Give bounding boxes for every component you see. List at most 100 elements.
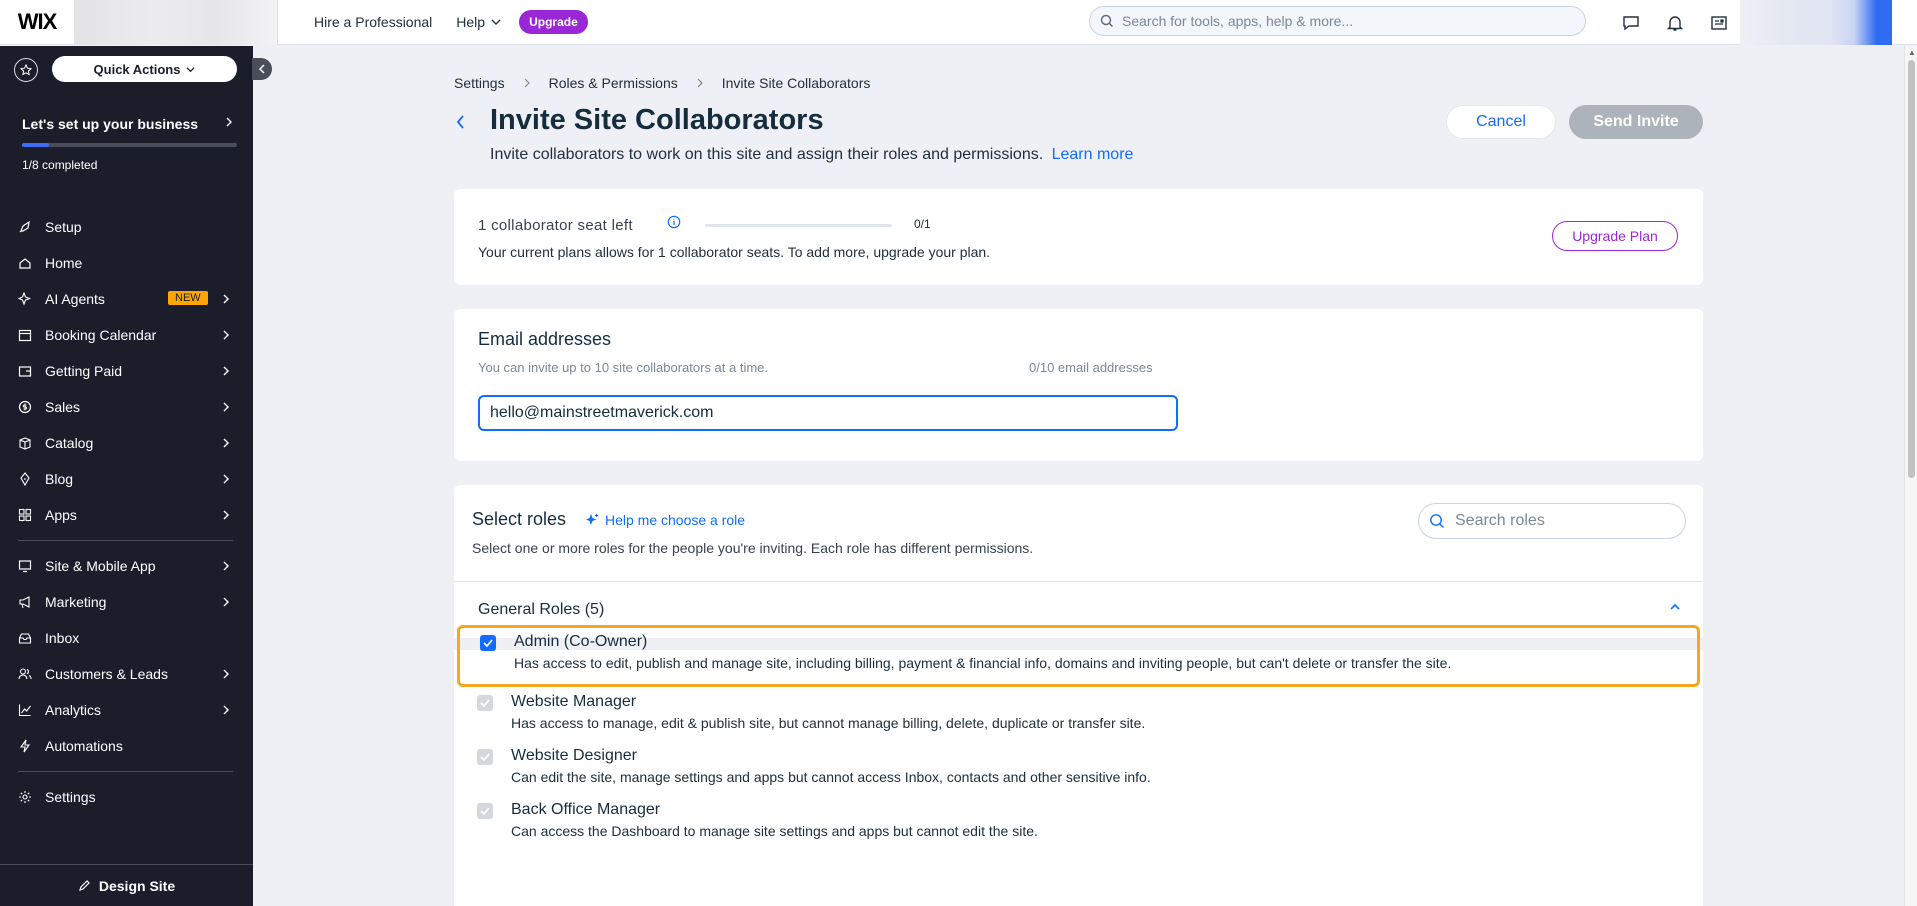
roles-card: Select roles Help me choose a role Selec… xyxy=(454,485,1703,906)
sidebar-item-blog[interactable]: Blog xyxy=(0,461,253,497)
role-admin-co-owner[interactable]: Admin (Co-Owner) Has access to edit, pub… xyxy=(457,625,1700,687)
sidebar-item-label: Blog xyxy=(45,471,74,487)
sidebar-item-label: Analytics xyxy=(45,702,102,718)
roles-description: Select one or more roles for the people … xyxy=(472,540,1034,556)
sidebar-item-ai-agents[interactable]: AI Agents NEW xyxy=(0,281,253,317)
sidebar-nav: Setup Home AI Agents NEW Booking Calendar… xyxy=(0,209,253,815)
sidebar-item-label: Booking Calendar xyxy=(45,327,157,343)
roles-section-title: Select roles xyxy=(472,509,567,529)
check-icon xyxy=(480,753,490,761)
setup-business-title[interactable]: Let's set up your business xyxy=(22,116,198,132)
breadcrumb: Settings Roles & Permissions Invite Site… xyxy=(454,75,870,91)
role-back-office-manager[interactable]: Back Office Manager Can access the Dashb… xyxy=(454,793,1703,855)
chevron-right-icon xyxy=(697,78,703,88)
sidebar-item-automations[interactable]: Automations xyxy=(0,728,253,764)
calendar-icon xyxy=(18,328,32,342)
sidebar-item-booking-calendar[interactable]: Booking Calendar xyxy=(0,317,253,353)
subtitle-text: Invite collaborators to work on this sit… xyxy=(490,146,1044,163)
chevron-right-icon xyxy=(223,294,229,304)
sidebar-divider xyxy=(18,540,233,541)
rocket-icon xyxy=(18,220,32,234)
account-avatar[interactable] xyxy=(1740,0,1892,45)
breadcrumb-roles-permissions[interactable]: Roles & Permissions xyxy=(549,75,678,91)
search-roles-input[interactable]: Search roles xyxy=(1418,503,1686,539)
chevron-right-icon xyxy=(223,510,229,520)
news-icon[interactable] xyxy=(1708,12,1730,34)
scroll-up-icon[interactable]: ▲ xyxy=(1908,48,1916,57)
breadcrumb-settings[interactable]: Settings xyxy=(454,75,505,91)
role-checkbox-disabled[interactable] xyxy=(477,749,493,765)
chevron-right-icon xyxy=(223,561,229,571)
email-input[interactable]: hello@mainstreetmaverick.com xyxy=(478,395,1178,431)
cancel-button[interactable]: Cancel xyxy=(1446,105,1556,139)
upgrade-button[interactable]: Upgrade xyxy=(519,10,588,34)
chevron-right-icon xyxy=(223,438,229,448)
role-name: Website Designer xyxy=(511,747,637,764)
seats-progress-bar xyxy=(705,224,892,227)
sidebar-item-setup[interactable]: Setup xyxy=(0,209,253,245)
sidebar-item-home[interactable]: Home xyxy=(0,245,253,281)
top-bar: WIX Hire a Professional Help Upgrade Sea… xyxy=(0,0,1917,45)
help-choose-role-link[interactable]: Help me choose a role xyxy=(585,512,745,528)
chevron-down-icon xyxy=(186,66,196,72)
design-site-label: Design Site xyxy=(98,877,176,894)
chevron-right-icon xyxy=(223,330,229,340)
info-icon[interactable] xyxy=(667,215,681,229)
sidebar-item-marketing[interactable]: Marketing xyxy=(0,584,253,620)
hire-professional-link[interactable]: Hire a Professional xyxy=(314,14,432,30)
megaphone-icon xyxy=(18,595,32,609)
inbox-icon xyxy=(18,631,32,645)
check-icon xyxy=(480,807,490,815)
role-name: Back Office Manager xyxy=(511,801,661,818)
sidebar-item-customers-leads[interactable]: Customers & Leads xyxy=(0,656,253,692)
hire-professional-label: Hire a Professional xyxy=(314,14,433,30)
sidebar-item-settings[interactable]: Settings xyxy=(0,779,253,815)
wix-logo[interactable]: WIX xyxy=(0,0,74,45)
learn-more-link[interactable]: Learn more xyxy=(1052,146,1134,163)
sidebar-item-label: Site & Mobile App xyxy=(45,558,156,574)
role-website-designer[interactable]: Website Designer Can edit the site, mana… xyxy=(454,739,1703,801)
send-invite-button[interactable]: Send Invite xyxy=(1569,105,1703,139)
sidebar-item-catalog[interactable]: Catalog xyxy=(0,425,253,461)
sidebar-item-getting-paid[interactable]: Getting Paid xyxy=(0,353,253,389)
email-card: Email addresses You can invite up to 10 … xyxy=(454,309,1703,461)
page-scrollbar[interactable]: ▲ xyxy=(1904,46,1917,906)
top-search-input[interactable]: Search for tools, apps, help & more... xyxy=(1089,6,1586,36)
sidebar-item-sales[interactable]: Sales xyxy=(0,389,253,425)
role-checkbox-disabled[interactable] xyxy=(477,803,493,819)
role-description: Can access the Dashboard to manage site … xyxy=(511,823,1038,839)
back-arrow-icon[interactable] xyxy=(455,114,467,130)
role-name: Admin (Co-Owner) xyxy=(514,633,648,650)
chevron-up-icon[interactable] xyxy=(1669,602,1681,612)
role-checkbox-disabled[interactable] xyxy=(477,695,493,711)
star-icon[interactable] xyxy=(14,58,38,82)
chart-icon xyxy=(18,703,32,717)
quick-actions-button[interactable]: Quick Actions xyxy=(52,56,237,82)
chevron-right-icon xyxy=(223,474,229,484)
sidebar-item-analytics[interactable]: Analytics xyxy=(0,692,253,728)
role-checkbox-checked[interactable] xyxy=(480,635,496,651)
sparkle-icon xyxy=(586,514,598,525)
pencil-icon xyxy=(78,880,90,891)
page-subtitle: Invite collaborators to work on this sit… xyxy=(490,146,1133,164)
upgrade-plan-button[interactable]: Upgrade Plan xyxy=(1552,221,1678,251)
bell-icon[interactable] xyxy=(1664,12,1686,34)
sidebar-item-label: Catalog xyxy=(45,435,94,451)
sidebar-item-apps[interactable]: Apps xyxy=(0,497,253,533)
sidebar-item-label: Marketing xyxy=(45,594,107,610)
help-menu[interactable]: Help xyxy=(456,14,501,30)
role-website-manager[interactable]: Website Manager Has access to manage, ed… xyxy=(454,685,1703,747)
help-choose-role-label: Help me choose a role xyxy=(605,512,746,528)
chevron-right-icon[interactable] xyxy=(225,116,233,128)
setup-progress-text: 1/8 completed xyxy=(22,158,98,172)
sidebar-item-inbox[interactable]: Inbox xyxy=(0,620,253,656)
general-roles-label: General Roles (5) xyxy=(478,601,605,618)
blog-icon xyxy=(18,472,32,486)
site-selector[interactable] xyxy=(74,0,278,45)
design-site-button[interactable]: Design Site xyxy=(0,864,253,906)
chat-icon[interactable] xyxy=(1620,12,1642,34)
sidebar-item-label: Automations xyxy=(45,738,123,754)
scroll-thumb[interactable] xyxy=(1908,60,1915,478)
chevron-right-icon xyxy=(223,402,229,412)
sidebar-item-site-mobile-app[interactable]: Site & Mobile App xyxy=(0,548,253,584)
